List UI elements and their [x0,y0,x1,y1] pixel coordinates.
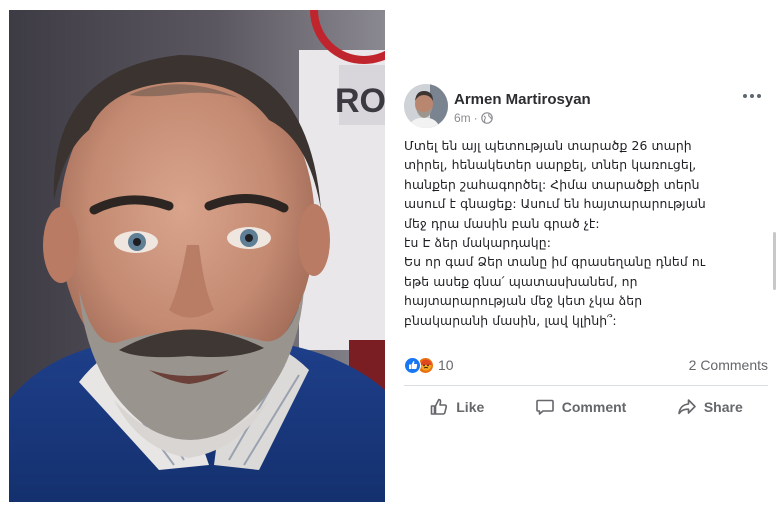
more-dots-icon[interactable] [738,88,766,104]
thumbs-up-icon [430,398,448,415]
post-text-line: հանքեր շահագործել: Հիմա տարածքի տերն [404,176,700,192]
like-label: Like [456,399,485,415]
post-text-line: տիրել, հենակետեր սարքել, տներ կառուցել, [404,157,697,173]
comment-label: Comment [561,399,627,415]
share-arrow-icon [678,399,696,415]
comment-bubble-icon [535,399,554,415]
post-text-line: Ես որ գամ Ձեր տանը իմ գրասեղանը դնեմ ու [404,254,706,270]
post-meta: 6m · [454,111,493,125]
share-label: Share [703,399,743,415]
like-button[interactable]: Like [429,397,484,417]
backdrop-text: RO [335,82,385,120]
post-text: Մտել են այլ պետության տարածք 26 տարի տիր… [404,136,774,330]
post-text-line: եթե ասեք գնա՛ պատասխանեմ, որ [404,273,638,289]
post-text-line: էս Է ձեր մակարդակը: [404,235,551,251]
share-button[interactable]: Share [677,397,743,417]
facebook-post-card: Armen Martirosyan 6m · Մտել են այլ պետու… [392,70,780,440]
post-text-line: հայտարարության մեջ կետ չկա ձեր [404,293,643,309]
avatar-photo-icon [404,84,448,128]
post-action-bar: Like Comment Share [404,393,768,421]
reaction-count[interactable]: 10 [438,357,454,373]
scrollbar-thumb[interactable] [773,232,776,290]
post-text-line: մեջ դրա մասին բան գրած չէ: [404,215,600,231]
like-reaction-icon[interactable] [404,356,421,374]
portrait-photo: RO [9,10,385,502]
post-time[interactable]: 6m [454,111,471,125]
meta-separator: · [473,111,478,125]
post-text-line: Մտել են այլ պետության տարածք 26 տարի [404,138,692,153]
author-avatar[interactable] [404,84,448,128]
author-name[interactable]: Armen Martirosyan [454,91,591,108]
reaction-counts-row: 10 2 Comments [404,354,768,376]
post-header: Armen Martirosyan 6m · [404,84,774,128]
globe-icon[interactable] [480,112,493,124]
action-divider [404,385,768,386]
comment-button[interactable]: Comment [535,397,627,417]
post-text-line: բնակարանի մասին, լավ կլինի՞: [404,312,617,328]
comments-count-link[interactable]: 2 Comments [689,357,768,373]
man-portrait-illustration: RO [9,10,385,502]
post-text-line: ասում է գնացեք: Ասում են հայտարարության [404,196,706,212]
